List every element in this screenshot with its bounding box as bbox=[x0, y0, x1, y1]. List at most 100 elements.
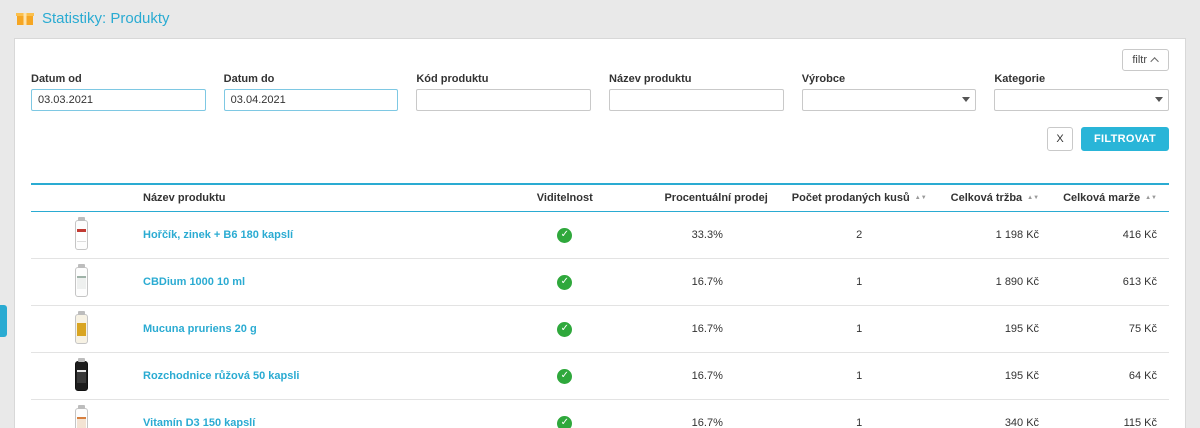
product-link[interactable]: Mucuna pruriens 20 g bbox=[143, 323, 257, 335]
product-link[interactable]: Hořčík, zinek + B6 180 kapslí bbox=[143, 229, 293, 241]
cell-product-name: Hořčík, zinek + B6 180 kapslí bbox=[131, 212, 495, 259]
topbar: Statistiky: Produkty bbox=[0, 0, 1200, 36]
cell-percent-sold: 16.7% bbox=[635, 306, 780, 353]
cell-total-revenue: 195 Kč bbox=[939, 306, 1051, 353]
cell-visibility: ✓ bbox=[495, 212, 635, 259]
manufacturer-select-wrap bbox=[802, 89, 977, 111]
sort-icon[interactable]: ▲▼ bbox=[1145, 196, 1157, 201]
cell-pieces-sold: 1 bbox=[780, 400, 939, 428]
cell-total-margin: 613 Kč bbox=[1051, 259, 1169, 306]
filter-actions: X FILTROVAT bbox=[31, 127, 1169, 151]
category-select[interactable] bbox=[994, 89, 1169, 111]
date-from-label: Datum od bbox=[31, 73, 206, 85]
cell-visibility: ✓ bbox=[495, 353, 635, 400]
cell-product-name: Rozchodnice růžová 50 kapsli bbox=[131, 353, 495, 400]
filter-field-product-name: Název produktu bbox=[609, 73, 784, 111]
manufacturer-label: Výrobce bbox=[802, 73, 977, 85]
cell-total-revenue: 195 Kč bbox=[939, 353, 1051, 400]
col-pieces-sold[interactable]: Počet prodaných kusů ▲▼ bbox=[780, 184, 939, 212]
col-total-margin[interactable]: Celková marže ▲▼ bbox=[1051, 184, 1169, 212]
col-total-margin-label: Celková marže bbox=[1063, 192, 1140, 204]
reset-filter-button[interactable]: X bbox=[1047, 127, 1073, 151]
table-row: CBDium 1000 10 ml ✓ 16.7% 1 1 890 Kč 613… bbox=[31, 259, 1169, 306]
table-header-row: Název produktu Viditelnost Procentuální … bbox=[31, 184, 1169, 212]
filter-field-category: Kategorie bbox=[994, 73, 1169, 111]
manufacturer-select[interactable] bbox=[802, 89, 977, 111]
products-icon bbox=[16, 10, 34, 26]
cell-product-image bbox=[31, 353, 131, 400]
visible-check-icon: ✓ bbox=[557, 275, 572, 290]
cell-percent-sold: 16.7% bbox=[635, 353, 780, 400]
filter-field-manufacturer: Výrobce bbox=[802, 73, 977, 111]
col-total-revenue[interactable]: Celková tržba ▲▼ bbox=[939, 184, 1051, 212]
cell-product-image bbox=[31, 400, 131, 428]
cell-total-margin: 64 Kč bbox=[1051, 353, 1169, 400]
filter-field-date-from: Datum od bbox=[31, 73, 206, 111]
cell-product-image bbox=[31, 212, 131, 259]
cell-percent-sold: 16.7% bbox=[635, 400, 780, 428]
cell-product-name: CBDium 1000 10 ml bbox=[131, 259, 495, 306]
page-title: Statistiky: Produkty bbox=[42, 10, 170, 27]
filter-toggle-button[interactable]: filtr bbox=[1122, 49, 1169, 71]
cell-product-image bbox=[31, 306, 131, 353]
cell-product-name: Vitamín D3 150 kapslí bbox=[131, 400, 495, 428]
table-row: Vitamín D3 150 kapslí ✓ 16.7% 1 340 Kč 1… bbox=[31, 400, 1169, 428]
cell-product-name: Mucuna pruriens 20 g bbox=[131, 306, 495, 353]
col-product-name: Název produktu bbox=[131, 184, 495, 212]
col-percent-sold: Procentuální prodej bbox=[635, 184, 780, 212]
product-thumbnail bbox=[61, 216, 101, 254]
cell-percent-sold: 33.3% bbox=[635, 212, 780, 259]
visible-check-icon: ✓ bbox=[557, 369, 572, 384]
table-row: Rozchodnice růžová 50 kapsli ✓ 16.7% 1 1… bbox=[31, 353, 1169, 400]
product-thumbnail bbox=[61, 310, 101, 348]
product-code-label: Kód produktu bbox=[416, 73, 591, 85]
cell-pieces-sold: 1 bbox=[780, 353, 939, 400]
product-link[interactable]: CBDium 1000 10 ml bbox=[143, 276, 245, 288]
sort-icon[interactable]: ▲▼ bbox=[915, 196, 927, 201]
filter-toggle-label: filtr bbox=[1132, 54, 1147, 66]
product-link[interactable]: Rozchodnice růžová 50 kapsli bbox=[143, 370, 300, 382]
product-link[interactable]: Vitamín D3 150 kapslí bbox=[143, 417, 255, 428]
cell-total-revenue: 1 890 Kč bbox=[939, 259, 1051, 306]
chevron-up-icon bbox=[1150, 57, 1158, 65]
cell-total-revenue: 1 198 Kč bbox=[939, 212, 1051, 259]
cell-product-image bbox=[31, 259, 131, 306]
filter-field-date-to: Datum do bbox=[224, 73, 399, 111]
cell-pieces-sold: 1 bbox=[780, 259, 939, 306]
product-thumbnail bbox=[61, 357, 101, 395]
cell-pieces-sold: 1 bbox=[780, 306, 939, 353]
visible-check-icon: ✓ bbox=[557, 228, 572, 243]
filter-field-product-code: Kód produktu bbox=[416, 73, 591, 111]
date-to-label: Datum do bbox=[224, 73, 399, 85]
cell-visibility: ✓ bbox=[495, 400, 635, 428]
col-image bbox=[31, 184, 131, 212]
cell-visibility: ✓ bbox=[495, 259, 635, 306]
col-total-revenue-label: Celková tržba bbox=[951, 192, 1023, 204]
cell-total-margin: 75 Kč bbox=[1051, 306, 1169, 353]
cell-visibility: ✓ bbox=[495, 306, 635, 353]
visible-check-icon: ✓ bbox=[557, 416, 572, 428]
product-thumbnail bbox=[61, 404, 101, 428]
filter-toggle-row: filtr bbox=[31, 49, 1169, 71]
visible-check-icon: ✓ bbox=[557, 322, 572, 337]
cell-total-margin: 115 Kč bbox=[1051, 400, 1169, 428]
col-visibility: Viditelnost bbox=[495, 184, 635, 212]
cell-total-revenue: 340 Kč bbox=[939, 400, 1051, 428]
product-code-input[interactable] bbox=[416, 89, 591, 111]
cell-pieces-sold: 2 bbox=[780, 212, 939, 259]
date-to-input[interactable] bbox=[224, 89, 399, 111]
table-row: Hořčík, zinek + B6 180 kapslí ✓ 33.3% 2 … bbox=[31, 212, 1169, 259]
sort-icon[interactable]: ▲▼ bbox=[1027, 196, 1039, 201]
side-panel-tab[interactable] bbox=[0, 305, 7, 337]
product-thumbnail bbox=[61, 263, 101, 301]
products-stats-table: Název produktu Viditelnost Procentuální … bbox=[31, 183, 1169, 428]
cell-total-margin: 416 Kč bbox=[1051, 212, 1169, 259]
filter-bar: Datum od Datum do Kód produktu Název pro… bbox=[31, 73, 1169, 111]
category-select-wrap bbox=[994, 89, 1169, 111]
product-name-input[interactable] bbox=[609, 89, 784, 111]
col-pieces-sold-label: Počet prodaných kusů bbox=[792, 192, 910, 204]
category-label: Kategorie bbox=[994, 73, 1169, 85]
table-row: Mucuna pruriens 20 g ✓ 16.7% 1 195 Kč 75… bbox=[31, 306, 1169, 353]
date-from-input[interactable] bbox=[31, 89, 206, 111]
filter-submit-button[interactable]: FILTROVAT bbox=[1081, 127, 1169, 151]
